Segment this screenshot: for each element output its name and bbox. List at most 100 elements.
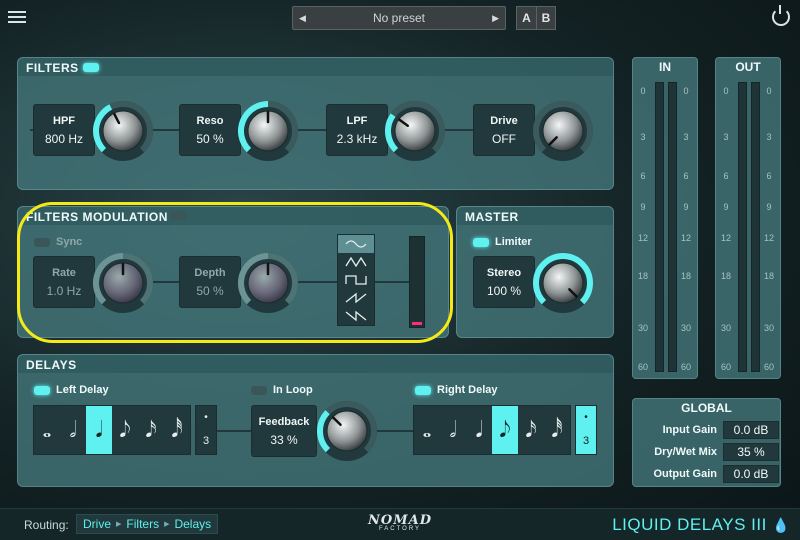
feedback-knob[interactable]: [316, 400, 378, 462]
sync-toggle[interactable]: [34, 238, 50, 247]
right-delay-toggle[interactable]: [415, 386, 431, 395]
output-gain-field[interactable]: 0.0 dB: [723, 465, 779, 483]
in-tick-label: 0: [640, 86, 646, 96]
droplet-icon: 💧: [772, 517, 790, 533]
left-delay-label: Left Delay: [56, 384, 109, 396]
in-tick-label: 18: [680, 271, 691, 281]
drive-knob[interactable]: [532, 100, 594, 162]
in-meter-title: IN: [659, 60, 671, 74]
waveform-sine-icon[interactable]: [338, 235, 374, 253]
left-delay-toggle[interactable]: [34, 386, 50, 395]
delays-title: DELAYS: [26, 358, 77, 372]
dry-wet-field[interactable]: 35 %: [723, 443, 779, 461]
feedback-display: Feedback 33 %: [251, 405, 317, 457]
out-tick-label: 6: [723, 171, 729, 181]
left-note-half-icon[interactable]: 𝅗𝅥: [60, 406, 86, 454]
preset-name: No preset: [372, 11, 426, 25]
preset-a-button[interactable]: A: [516, 6, 536, 30]
hpf-display: HPF 800 Hz: [33, 104, 95, 156]
input-meter-left: [655, 82, 664, 372]
in-tick-label: 12: [637, 233, 648, 243]
out-tick-label: 0: [766, 86, 772, 96]
out-tick-label: 3: [766, 132, 772, 142]
output-gain-row: Output Gain 0.0 dB: [639, 465, 779, 483]
left-note-sixteenth-icon[interactable]: 𝅘𝅥𝅯: [138, 406, 164, 454]
output-meter-left: [738, 82, 747, 372]
in-tick-label: 6: [640, 171, 646, 181]
in-tick-label: 9: [683, 202, 689, 212]
waveform-selector: [337, 234, 375, 326]
left-note-quarter-icon[interactable]: 𝅘𝅥: [86, 406, 112, 454]
stereo-knob[interactable]: [532, 252, 594, 314]
out-tick-label: 12: [720, 233, 731, 243]
output-meter-panel: OUT 0 0 3 3 6 6 9 9 12 12 18 18 30 30 60 60: [715, 57, 781, 379]
hpf-knob[interactable]: [92, 100, 154, 162]
master-title: MASTER: [465, 210, 519, 224]
out-tick-label: 6: [766, 171, 772, 181]
routing-selector[interactable]: Drive ▶ Filters ▶ Delays: [76, 514, 219, 534]
waveform-saw-up-icon[interactable]: [338, 289, 374, 307]
reso-display: Reso 50 %: [179, 104, 241, 156]
left-note-whole-icon[interactable]: 𝅝: [34, 406, 60, 454]
left-note-thirty-second-icon[interactable]: 𝅘𝅥𝅰: [164, 406, 190, 454]
input-gain-field[interactable]: 0.0 dB: [723, 421, 779, 439]
out-tick-label: 0: [723, 86, 729, 96]
out-tick-label: 60: [720, 362, 731, 372]
in-loop-toggle[interactable]: [251, 386, 267, 395]
in-tick-label: 60: [637, 362, 648, 372]
power-icon[interactable]: [772, 5, 790, 26]
next-preset-icon[interactable]: ▶: [492, 13, 499, 24]
in-tick-label: 6: [683, 171, 689, 181]
preset-b-button[interactable]: B: [536, 6, 556, 30]
limiter-label: Limiter: [495, 236, 532, 248]
depth-display: Depth 50 %: [179, 256, 241, 308]
in-tick-label: 18: [637, 271, 648, 281]
in-tick-label: 3: [640, 132, 646, 142]
input-gain-row: Input Gain 0.0 dB: [639, 421, 779, 439]
limiter-toggle[interactable]: [473, 238, 489, 247]
in-tick-label: 0: [683, 86, 689, 96]
right-note-quarter-icon[interactable]: 𝅘𝅥: [466, 406, 492, 454]
right-note-thirty-second-icon[interactable]: 𝅘𝅥𝅰: [544, 406, 570, 454]
lpf-knob[interactable]: [384, 100, 446, 162]
right-note-sixteenth-icon[interactable]: 𝅘𝅥𝅯: [518, 406, 544, 454]
prev-preset-icon[interactable]: ◀: [299, 13, 306, 24]
waveform-square-icon[interactable]: [338, 271, 374, 289]
left-triplet-button[interactable]: • 3: [195, 405, 217, 455]
in-tick-label: 3: [683, 132, 689, 142]
right-triplet-button[interactable]: • 3: [575, 405, 597, 455]
product-name: LIQUID DELAYS III 💧: [612, 515, 790, 534]
stereo-display: Stereo 100 %: [473, 256, 535, 308]
filters-modulation-toggle[interactable]: [170, 211, 186, 220]
preset-selector[interactable]: ◀ No preset ▶: [292, 6, 506, 30]
rate-display: Rate 1.0 Hz: [33, 256, 95, 308]
out-meter-title: OUT: [735, 60, 761, 74]
out-tick-label: 30: [763, 323, 774, 333]
out-tick-label: 30: [720, 323, 731, 333]
global-title: GLOBAL: [681, 401, 732, 415]
depth-knob[interactable]: [237, 252, 299, 314]
rate-knob[interactable]: [92, 252, 154, 314]
drive-display: Drive OFF: [473, 104, 535, 156]
in-tick-label: 12: [680, 233, 691, 243]
in-tick-label: 30: [680, 323, 691, 333]
waveform-saw-down-icon[interactable]: [338, 307, 374, 325]
right-delay-note-strip: 𝅝 𝅗𝅥 𝅘𝅥 𝅘𝅥𝅮 𝅘𝅥𝅯 𝅘𝅥𝅰: [413, 405, 571, 455]
right-delay-label: Right Delay: [437, 384, 498, 396]
out-tick-label: 3: [723, 132, 729, 142]
filters-enable-toggle[interactable]: [83, 63, 99, 72]
sync-label: Sync: [56, 236, 83, 248]
right-note-half-icon[interactable]: 𝅗𝅥: [440, 406, 466, 454]
right-note-whole-icon[interactable]: 𝅝: [414, 406, 440, 454]
nomad-factory-logo: NOMAD FACTORY: [368, 513, 432, 532]
left-note-eighth-icon[interactable]: 𝅘𝅥𝅮: [112, 406, 138, 454]
modulation-meter: [409, 236, 425, 328]
in-loop-label: In Loop: [273, 384, 313, 396]
filters-title: FILTERS: [26, 61, 79, 75]
right-note-eighth-icon[interactable]: 𝅘𝅥𝅮: [492, 406, 518, 454]
menu-icon[interactable]: [8, 8, 26, 26]
out-tick-label: 18: [720, 271, 731, 281]
waveform-triangle-icon[interactable]: [338, 253, 374, 271]
reso-knob[interactable]: [237, 100, 299, 162]
out-tick-label: 9: [766, 202, 772, 212]
